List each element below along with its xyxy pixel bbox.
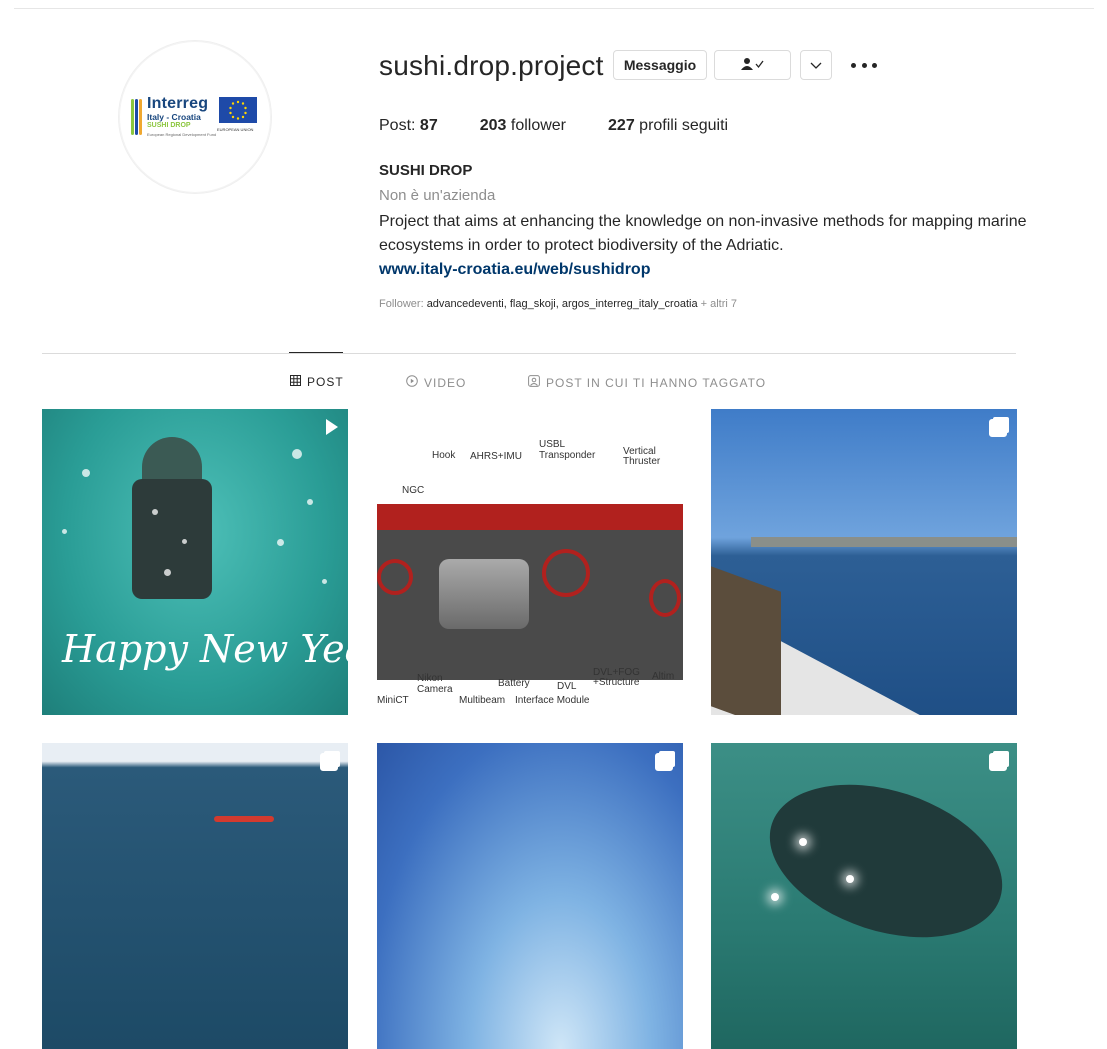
grid-icon <box>290 375 301 389</box>
rov-body-image <box>132 479 212 599</box>
diagram-label: Thruster <box>623 456 661 467</box>
suggestions-dropdown-button[interactable] <box>800 50 832 80</box>
post-thumbnail[interactable] <box>711 409 1017 715</box>
logo-brand-text: Interreg <box>147 95 209 112</box>
bio-name: SUSHI DROP <box>379 162 473 179</box>
diagram-label: AHRS+IMU <box>470 451 522 462</box>
bubble <box>82 469 90 477</box>
following-button[interactable] <box>714 50 791 80</box>
tab-posts[interactable]: POST <box>290 375 344 389</box>
followed-by-more: + altri 7 <box>700 298 738 310</box>
rov-thruster-image <box>377 559 413 595</box>
bubble <box>292 449 302 459</box>
video-badge-icon <box>326 419 338 435</box>
diagram-label: Hook <box>432 450 456 461</box>
bio-category: Non è un'azienda <box>379 187 496 204</box>
posts-stat: Post: 87 <box>379 117 438 134</box>
bio-website-link[interactable]: www.italy-croatia.eu/web/sushidrop <box>379 261 650 279</box>
underwater-vehicle-image <box>750 757 1017 965</box>
carousel-badge-icon <box>320 753 338 771</box>
surface-drone-image <box>214 816 274 822</box>
tab-video[interactable]: VIDEO <box>406 375 466 390</box>
logo-project-text: SUSHI DROP <box>147 122 191 129</box>
rov-image <box>142 437 202 485</box>
vehicle-light <box>799 838 807 846</box>
following-stat[interactable]: 227 profili seguiti <box>608 117 728 135</box>
tabs-divider <box>42 353 1016 354</box>
video-icon <box>406 375 418 390</box>
followers-stat[interactable]: 203 follower <box>480 117 566 135</box>
bubble <box>322 579 327 584</box>
diagram-label: NGC <box>402 485 425 496</box>
diagram-label: Battery <box>498 678 530 689</box>
followers-count: 203 <box>479 117 507 134</box>
diagram-label: Nikon <box>417 673 443 684</box>
diagram-label: Transponder <box>539 450 596 461</box>
interreg-logo: Interreg Italy - Croatia SUSHI DROP Euro… <box>131 95 261 141</box>
harbor-shoreline-image <box>751 537 1017 547</box>
logo-fund-text: European Regional Development Fund <box>147 132 217 137</box>
rov-frame-image <box>377 530 683 680</box>
carousel-badge-icon <box>655 753 673 771</box>
diagram-label: USBL <box>539 439 566 450</box>
post-thumbnail[interactable]: Hook AHRS+IMU USBL Transponder Vertical … <box>377 409 683 715</box>
carousel-badge-icon <box>989 753 1007 771</box>
posts-count: 87 <box>419 117 438 134</box>
top-divider <box>14 8 1094 9</box>
vehicle-light <box>846 875 854 883</box>
followed-by-names: advancedeventi, flag_skoji, argos_interr… <box>426 298 698 310</box>
boat-deck-image <box>711 566 781 715</box>
carousel-badge-icon <box>989 419 1007 437</box>
chevron-down-icon <box>810 57 822 73</box>
post-thumbnail[interactable] <box>42 743 348 1049</box>
logo-subtitle-text: Italy - Croatia <box>147 112 201 122</box>
tagged-icon <box>528 375 540 390</box>
bubble <box>152 509 158 515</box>
followed-by[interactable]: Follower: advancedeventi, flag_skoji, ar… <box>379 298 737 310</box>
vehicle-light <box>771 893 779 901</box>
bubble <box>277 539 284 546</box>
bubble <box>164 569 171 576</box>
more-options-icon[interactable] <box>851 57 877 73</box>
post-caption-overlay: Happy New Year <box>62 627 348 671</box>
bubble <box>182 539 187 544</box>
post-thumbnail[interactable] <box>377 743 683 1049</box>
tab-tagged[interactable]: POST IN CUI TI HANNO TAGGATO <box>528 375 766 390</box>
person-check-icon <box>740 57 765 74</box>
tab-active-indicator <box>289 352 343 353</box>
bubble <box>307 499 313 505</box>
profile-stats: Post: 87 203 follower 227 profili seguit… <box>379 117 770 135</box>
diagram-label: Altim <box>652 671 675 682</box>
following-count: 227 <box>608 117 635 134</box>
diagram-label: +Structure <box>593 677 640 688</box>
post-thumbnail[interactable]: Happy New Year <box>42 409 348 715</box>
bio-text: Project that aims at enhancing the knowl… <box>379 213 1027 254</box>
diagram-label: Interface Module <box>515 695 590 706</box>
rov-cylinder-image <box>439 559 529 629</box>
profile-username: sushi.drop.project <box>379 50 604 81</box>
rov-hull-image <box>377 504 683 530</box>
logo-bars-icon <box>131 99 142 135</box>
message-button[interactable]: Messaggio <box>613 50 707 80</box>
diagram-label: Multibeam <box>459 695 506 706</box>
diagram-label: MiniCT <box>377 695 409 706</box>
profile-avatar[interactable]: Interreg Italy - Croatia SUSHI DROP Euro… <box>118 40 272 194</box>
diagram-label: Camera <box>417 684 453 695</box>
rov-thruster-image <box>649 579 681 617</box>
post-thumbnail[interactable] <box>711 743 1017 1049</box>
diagram-label: DVL <box>557 681 577 692</box>
rov-thruster-image <box>542 549 590 597</box>
logo-eu-text: EUROPEAN UNION <box>217 127 254 132</box>
eu-flag-icon <box>219 97 257 123</box>
bubble <box>62 529 67 534</box>
